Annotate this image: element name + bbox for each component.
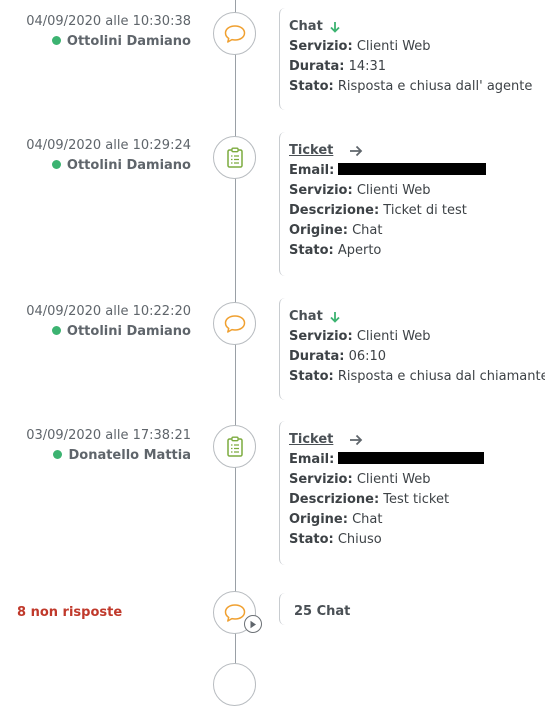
agent-name: Ottolini Damiano [66,158,191,173]
entry-timestamp: 04/09/2020 alle 10:22:20 [26,304,191,319]
card-title: Chat [289,17,545,37]
chat-bubble-icon [224,603,245,622]
unanswered-card: 25 Chat [279,593,545,625]
card-row: Servizio: Clienti Web [289,183,431,198]
unanswered-summary: 25 Chat [294,604,351,619]
entry-meta: 04/09/2020 alle 10:29:24 Ottolini Damian… [26,138,191,173]
chat-node[interactable] [213,302,256,345]
arrow-down-icon [330,22,340,33]
card-row: Origine: Chat [289,512,383,527]
entry-agent: Ottolini Damiano [26,34,191,49]
card-row: Stato: Risposta e chiusa dal chiamante [289,369,545,384]
online-status-dot [53,450,63,459]
redacted-email [338,452,485,464]
card-row: Servizio: Clienti Web [289,329,431,344]
entry-meta: 04/09/2020 alle 10:22:20 Ottolini Damian… [26,304,191,339]
entry-agent: Donatello Mattia [26,448,191,463]
agent-name: Ottolini Damiano [66,324,191,339]
card-type-label: Chat [289,19,323,34]
agent-name: Donatello Mattia [68,448,191,463]
entry-timestamp: 04/09/2020 alle 10:29:24 [26,138,191,153]
agent-name: Ottolini Damiano [66,34,191,49]
chat-bubble-icon [224,314,245,333]
card-row: Durata: 06:10 [289,349,387,364]
card-row: Descrizione: Test ticket [289,492,450,507]
ticket-card: Ticket Email: Servizio: Clienti Web Desc… [279,132,545,276]
chat-card: Chat Servizio: Clienti Web Durata: 14:31… [279,8,545,110]
entry-agent: Ottolini Damiano [26,324,191,339]
unanswered-count[interactable]: 8 non risposte [17,605,122,620]
ticket-card: Ticket Email: Servizio: Clienti Web Desc… [279,421,545,565]
card-title: Chat [289,307,545,327]
online-status-dot [51,326,61,335]
chat-node[interactable] [213,12,256,55]
online-status-dot [51,36,61,45]
ticket-link[interactable]: Ticket [289,430,545,450]
card-row: Servizio: Clienti Web [289,472,431,487]
arrow-right-icon [350,434,363,446]
next-timeline-node[interactable] [213,663,256,706]
card-row: Stato: Risposta e chiusa dall' agente [289,79,533,94]
arrow-right-icon [350,145,363,157]
card-type-label: Ticket [289,432,334,447]
card-type-label: Ticket [289,143,334,158]
arrow-down-icon [330,312,340,323]
ticket-node[interactable] [213,425,256,468]
card-row: Durata: 14:31 [289,59,387,74]
entry-meta: 04/09/2020 alle 10:30:38 Ottolini Damian… [26,14,191,49]
ticket-node[interactable] [213,136,256,179]
entry-timestamp: 04/09/2020 alle 10:30:38 [26,14,191,29]
entry-timestamp: 03/09/2020 alle 17:38:21 [26,428,191,443]
entry-meta: 03/09/2020 alle 17:38:21 Donatello Matti… [26,428,191,463]
expand-play-button[interactable] [244,615,262,633]
card-row: Descrizione: Ticket di test [289,203,467,218]
clipboard-icon [226,147,243,168]
card-row: Stato: Aperto [289,243,382,258]
card-row: Email: [289,450,545,470]
clipboard-icon [226,436,243,457]
chat-card: Chat Servizio: Clienti Web Durata: 06:10… [279,298,545,400]
redacted-email [338,163,487,175]
play-icon [250,620,256,628]
card-row: Origine: Chat [289,223,383,238]
online-status-dot [51,160,61,169]
card-row: Servizio: Clienti Web [289,39,431,54]
chat-bubble-icon [224,24,245,43]
card-row: Email: [289,161,545,181]
ticket-link[interactable]: Ticket [289,141,545,161]
card-row: Stato: Chiuso [289,532,382,547]
card-type-label: Chat [289,309,323,324]
entry-agent: Ottolini Damiano [26,158,191,173]
